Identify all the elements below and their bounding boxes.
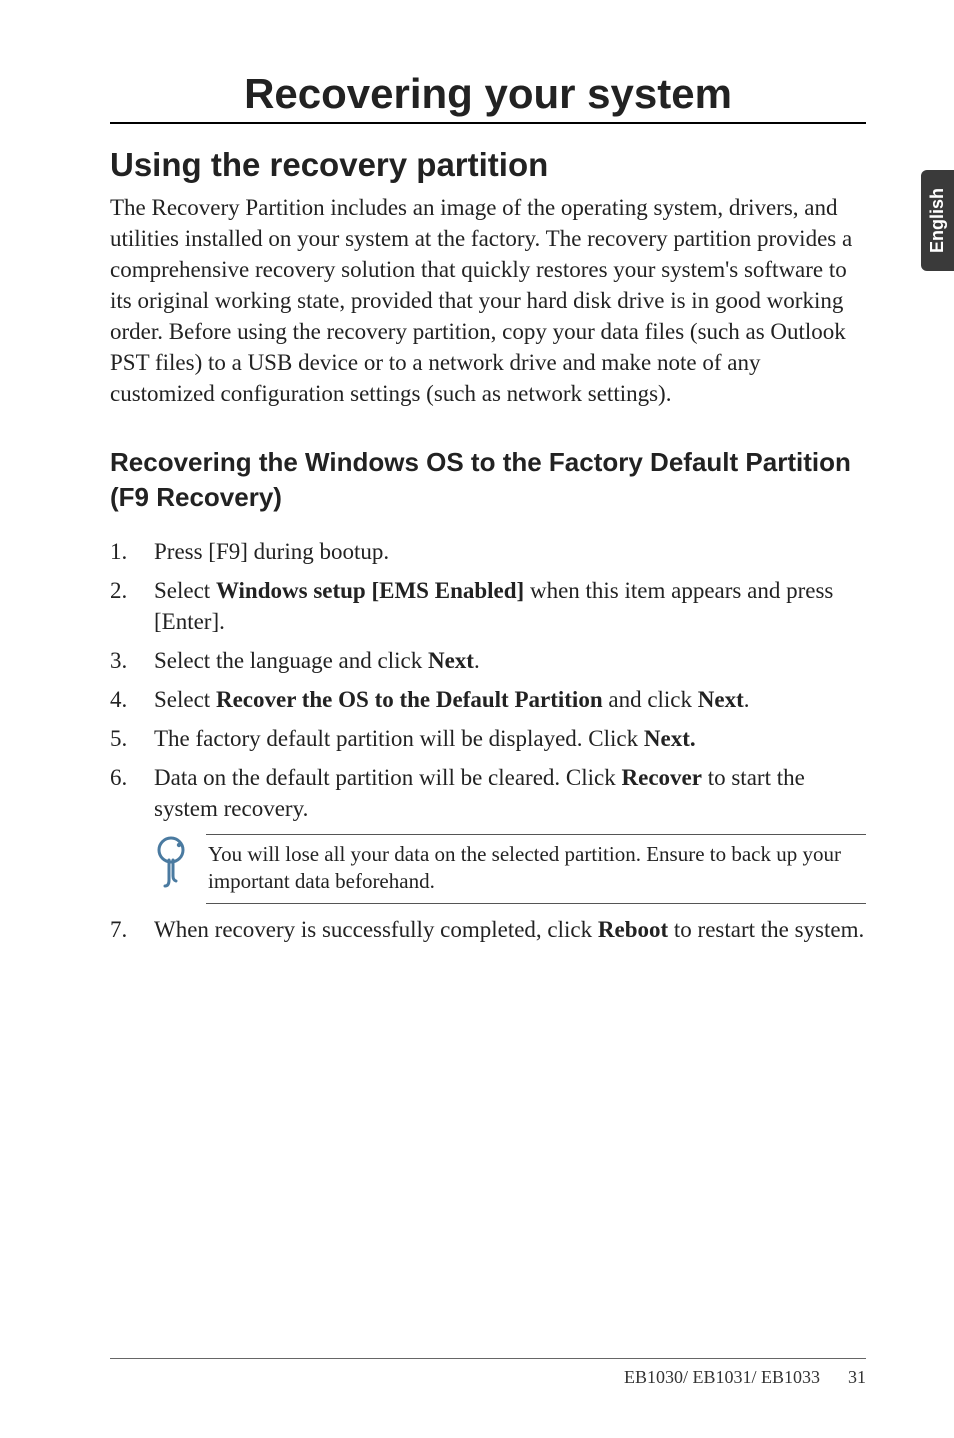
step-text: Select: [154, 687, 216, 712]
language-tab: English: [921, 170, 954, 271]
step-bold: Reboot: [598, 917, 668, 942]
step-text: Data on the default partition will be cl…: [154, 765, 622, 790]
note-text: You will lose all your data on the selec…: [206, 834, 866, 905]
step-text: Press [F9] during bootup.: [154, 539, 389, 564]
step-text: Select the language and click: [154, 648, 428, 673]
step-bold: Recover: [622, 765, 702, 790]
page-footer: EB1030/ EB1031/ EB1033 31: [110, 1358, 866, 1388]
step-text: to restart the system.: [668, 917, 864, 942]
step-1: Press [F9] during bootup.: [110, 536, 866, 567]
step-text: The factory default partition will be di…: [154, 726, 644, 751]
step-6: Data on the default partition will be cl…: [110, 762, 866, 824]
step-3: Select the language and click Next.: [110, 645, 866, 676]
footer-model: EB1030/ EB1031/ EB1033: [624, 1367, 820, 1388]
subsection-title: Recovering the Windows OS to the Factory…: [110, 445, 866, 515]
page-content: Recovering your system Using the recover…: [0, 0, 954, 946]
step-text: and click: [603, 687, 698, 712]
step-bold: Recover the OS to the Default Partition: [216, 687, 603, 712]
note-icon: [154, 836, 188, 893]
step-text: Select: [154, 578, 216, 603]
steps-list-continued: When recovery is successfully completed,…: [110, 914, 866, 945]
step-bold: Next.: [644, 726, 696, 751]
step-bold: Next: [428, 648, 474, 673]
note-callout: You will lose all your data on the selec…: [154, 834, 866, 905]
step-bold: Windows setup [EMS Enabled]: [216, 578, 524, 603]
section-title: Using the recovery partition: [110, 146, 866, 184]
step-text: .: [744, 687, 750, 712]
steps-list: Press [F9] during bootup. Select Windows…: [110, 536, 866, 824]
section-body: The Recovery Partition includes an image…: [110, 192, 866, 409]
step-bold: Next: [698, 687, 744, 712]
step-7: When recovery is successfully completed,…: [110, 914, 866, 945]
chapter-title: Recovering your system: [110, 70, 866, 124]
step-4: Select Recover the OS to the Default Par…: [110, 684, 866, 715]
step-text: When recovery is successfully completed,…: [154, 917, 598, 942]
footer-page-number: 31: [848, 1367, 866, 1388]
step-text: .: [474, 648, 480, 673]
step-2: Select Windows setup [EMS Enabled] when …: [110, 575, 866, 637]
step-5: The factory default partition will be di…: [110, 723, 866, 754]
